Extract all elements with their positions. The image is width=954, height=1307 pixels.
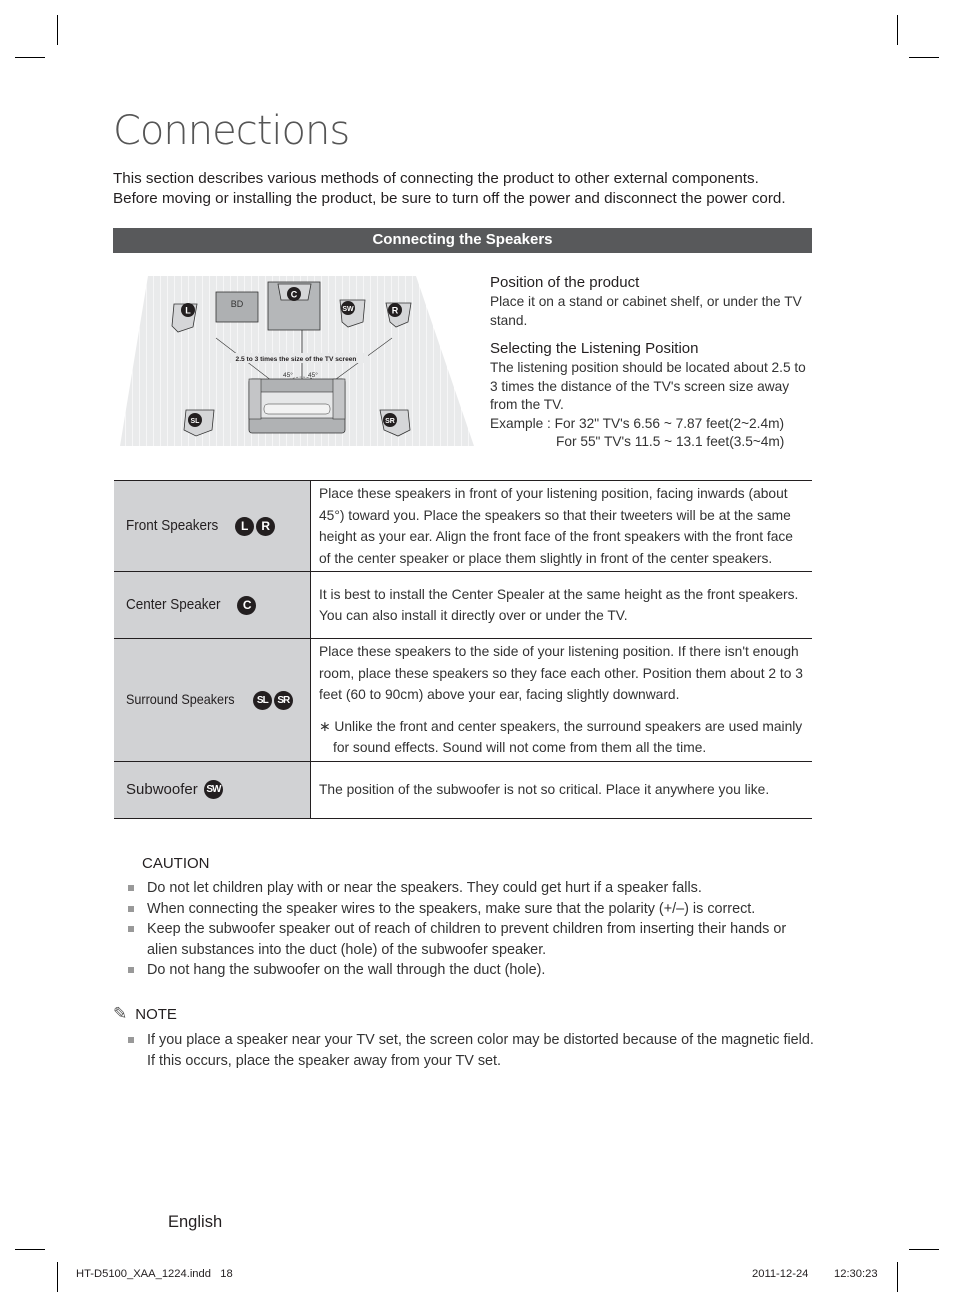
list-item: When connecting the speaker wires to the…	[128, 899, 818, 920]
row-label: Subwoofer SW	[114, 760, 311, 819]
pencil-icon: ✎	[113, 1004, 128, 1023]
svg-text:C: C	[291, 290, 298, 300]
svg-text:SL: SL	[191, 418, 201, 425]
note-list: If you place a speaker near your TV set,…	[128, 1030, 818, 1071]
row-label: Surround Speakers SL SR	[114, 638, 311, 762]
crop-mark	[57, 15, 58, 45]
crop-mark	[57, 1262, 58, 1292]
crop-mark	[909, 1249, 939, 1250]
list-item: Do not hang the subwoofer on the wall th…	[128, 960, 818, 981]
row-description: It is best to install the Center Spealer…	[310, 571, 812, 639]
badge-sw-icon: SW	[203, 780, 223, 800]
surround-note: ∗ Unlike the front and center speakers, …	[319, 718, 803, 756]
caution-heading: CAUTION	[142, 855, 210, 872]
crop-mark	[909, 57, 939, 58]
table-row: Center Speaker C It is best to install t…	[114, 571, 812, 639]
listening-example-2: For 55" TV's 11.5 ~ 13.1 feet(3.5~4m)	[556, 434, 785, 449]
listening-heading: Selecting the Listening Position	[490, 340, 699, 357]
crop-mark	[897, 15, 898, 45]
intro-line: This section describes various methods o…	[113, 170, 759, 187]
svg-text:BD: BD	[231, 299, 244, 309]
listening-example-1: Example : For 32" TV's 6.56 ~ 7.87 feet(…	[490, 415, 785, 431]
svg-text:SR: SR	[385, 418, 395, 425]
table-row: Front Speakers LR Place these speakers i…	[114, 480, 812, 572]
list-item: If you place a speaker near your TV set,…	[128, 1030, 818, 1071]
section-header: Connecting the Speakers	[113, 228, 812, 253]
badge-r-icon: R	[255, 516, 275, 536]
slug-date: 2011-12-24	[752, 1268, 809, 1280]
crop-mark	[897, 1262, 898, 1292]
intro-text: This section describes various methods o…	[113, 169, 833, 209]
badge-sl-icon: SL	[252, 690, 272, 710]
svg-text:L: L	[185, 306, 191, 316]
bullet-square-icon	[128, 905, 134, 912]
bullet-square-icon	[128, 926, 134, 932]
bd-player: BD	[215, 291, 259, 323]
bullet-square-icon	[128, 967, 134, 973]
slug-file: HT-D5100_XAA_1224.indd 18	[76, 1268, 233, 1280]
note-heading: ✎ NOTE	[113, 1004, 177, 1023]
center-speaker-tv: C	[267, 281, 321, 331]
row-description: Place these speakers in front of your li…	[310, 480, 812, 572]
slug-time: 12:30:23	[834, 1268, 878, 1280]
row-description: The position of the subwoofer is not so …	[310, 760, 812, 819]
intro-line: Before moving or installing the product,…	[113, 190, 786, 207]
angle-label-right: 45°	[308, 371, 318, 379]
table-row: Surround Speakers SL SR Place these speak…	[114, 638, 812, 762]
table-row: Subwoofer SW The position of the subwoof…	[114, 760, 812, 819]
distance-label: 2.5 to 3 times the size of the TV screen	[236, 356, 357, 363]
list-item: Keep the subwoofer speaker out of reach …	[128, 919, 818, 960]
row-label: Front Speakers LR	[114, 480, 311, 572]
row-description: Place these speakers to the side of your…	[310, 638, 812, 762]
speaker-placement-diagram: L BD C SW R 2.5 to 3 times the size of t…	[120, 276, 474, 446]
badge-l-icon: L	[234, 516, 254, 536]
list-item: Do not let children play with or near th…	[128, 878, 818, 899]
crop-mark	[15, 57, 45, 58]
speaker-table: Front Speakers LR Place these speakers i…	[114, 480, 812, 819]
position-heading: Position of the product	[490, 274, 640, 291]
badge-sr-icon: SR	[273, 690, 293, 710]
bullet-square-icon	[128, 1037, 134, 1043]
sofa	[248, 378, 346, 434]
bullet-square-icon	[128, 885, 134, 891]
listening-text: The listening position should be located…	[490, 360, 806, 412]
page-title: Connections	[113, 108, 350, 154]
angle-label-left: 45°	[283, 371, 293, 379]
svg-text:R: R	[392, 306, 399, 316]
position-text: Place it on a stand or cabinet shelf, or…	[490, 294, 802, 328]
speaker-subwoofer: SW	[339, 299, 366, 328]
caution-list: Do not let children play with or near th…	[128, 878, 818, 981]
placement-info: Position of the product Place it on a st…	[490, 273, 815, 452]
crop-mark	[15, 1249, 45, 1250]
svg-text:SW: SW	[342, 306, 354, 313]
page-language: English	[168, 1213, 223, 1231]
badge-c-icon: C	[237, 595, 257, 615]
row-label: Center Speaker C	[114, 571, 311, 639]
